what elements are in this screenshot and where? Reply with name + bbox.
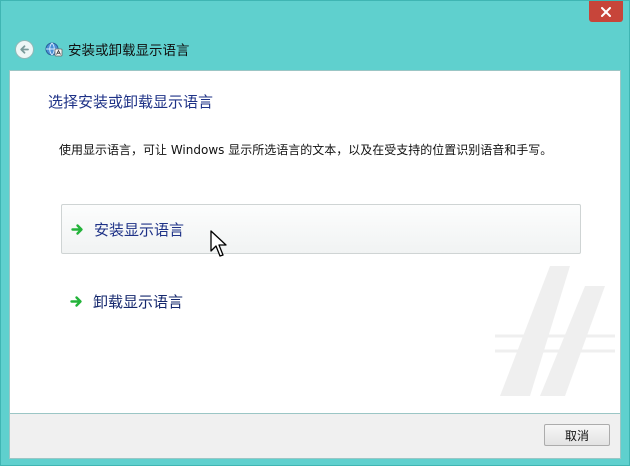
install-option-label: 安装显示语言 <box>94 220 185 239</box>
window-title: 安装或卸载显示语言 <box>68 43 190 59</box>
dialog-footer: 取消 <box>9 414 621 459</box>
page-description: 使用显示语言，可让 Windows 显示所选语言的文本，以及在受支持的位置识别语… <box>59 143 553 157</box>
green-arrow-icon <box>71 223 83 235</box>
content-area: 选择安装或卸载显示语言 使用显示语言，可让 Windows 显示所选语言的文本，… <box>9 70 621 414</box>
close-icon <box>601 6 611 17</box>
back-button[interactable] <box>15 39 34 59</box>
back-arrow-icon <box>20 44 29 54</box>
cancel-button[interactable]: 取消 <box>544 424 610 446</box>
page-heading: 选择安装或卸载显示语言 <box>48 93 214 111</box>
close-button[interactable] <box>589 1 623 22</box>
dialog-window: 安装或卸载显示语言 选择安装或卸载显示语言 使用显示语言，可让 Windows … <box>0 0 630 466</box>
watermark-logo-icon <box>495 266 615 396</box>
uninstall-option-label: 卸载显示语言 <box>93 292 184 311</box>
green-arrow-icon <box>70 295 82 307</box>
title-bar: 安装或卸载显示语言 <box>9 31 621 67</box>
language-globe-icon <box>45 42 63 57</box>
